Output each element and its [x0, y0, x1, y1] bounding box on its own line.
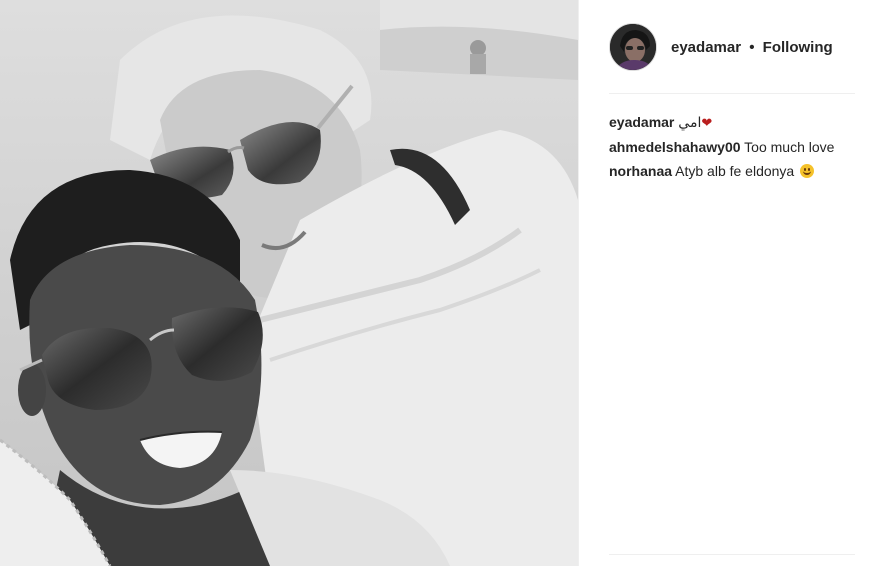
caption-text: امي: [678, 114, 702, 130]
author-username[interactable]: eyadamar: [671, 39, 741, 56]
following-button[interactable]: Following: [763, 39, 833, 56]
comment-item: norhanaa Atyb alb fe eldonya: [609, 159, 876, 183]
comment-item: ahmedelshahawy00 Too much love: [609, 135, 876, 159]
post-photo[interactable]: [0, 0, 578, 566]
comment-username[interactable]: norhanaa: [609, 163, 672, 179]
caption-username[interactable]: eyadamar: [609, 114, 674, 130]
profile-avatar[interactable]: [609, 23, 657, 71]
red-heart-icon: ❤: [701, 115, 713, 130]
comment-username[interactable]: ahmedelshahawy00: [609, 139, 741, 155]
avatar-image: [610, 24, 656, 70]
footer-divider: [609, 554, 855, 555]
caption: eyadamar امي❤: [609, 110, 876, 135]
header-separator: •: [749, 38, 755, 56]
comment-text: Atyb alb fe eldonya: [675, 163, 795, 179]
header-divider: [609, 93, 855, 94]
comments-list: eyadamar امي❤ ahmedelshahawy00 Too much …: [609, 110, 876, 183]
header-text: eyadamar • Following: [671, 39, 833, 56]
smiling-face-icon: [800, 164, 815, 178]
comment-text: Too much love: [744, 139, 835, 155]
post-header: eyadamar • Following: [609, 22, 855, 72]
selfie-photo-image: [0, 0, 578, 566]
post-side-panel: eyadamar • Following eyadamar امي❤ ahmed…: [578, 0, 876, 566]
instagram-post: eyadamar • Following eyadamar امي❤ ahmed…: [0, 0, 876, 566]
